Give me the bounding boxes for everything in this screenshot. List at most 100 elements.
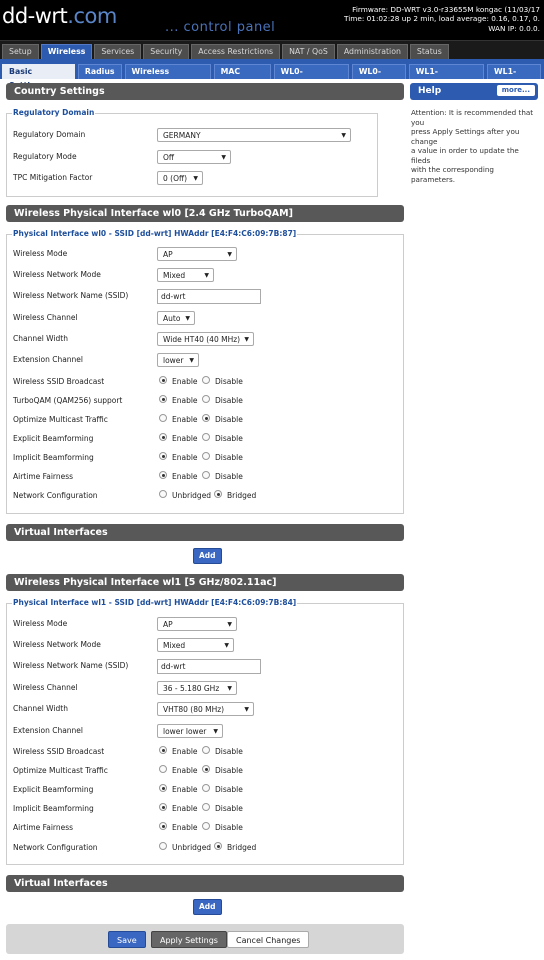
subtab-radius[interactable]: Radius: [77, 64, 122, 79]
subtab-basic-settings[interactable]: Basic Settings: [2, 64, 75, 90]
tab-administration[interactable]: Administration: [336, 44, 408, 59]
tpc-mitigation-select[interactable]: 0 (Off) ▼: [157, 171, 203, 185]
tab-nat-qos[interactable]: NAT / QoS: [282, 44, 335, 59]
subtab-wl1-wds[interactable]: WL1-WDS: [487, 64, 541, 90]
radio-label: Enable: [172, 823, 198, 832]
field-label: Explicit Beamforming: [13, 434, 94, 443]
enable-radio[interactable]: [159, 784, 167, 792]
help-line: Attention: It is recommended that you: [411, 108, 534, 127]
disable-radio[interactable]: [202, 765, 210, 773]
tab-setup[interactable]: Setup: [2, 44, 39, 59]
virtual-interfaces-wl1: Virtual Interfaces Add: [6, 875, 404, 915]
wl1-channel-select[interactable]: 36 - 5.180 GHz ▼: [157, 681, 237, 695]
wl1-channel-width-select[interactable]: VHT80 (80 MHz) ▼: [157, 702, 254, 716]
sub-tabs: Basic Settings Radius Wireless Security …: [0, 59, 544, 90]
wl0-extension-channel-select[interactable]: lower ▼: [157, 353, 199, 367]
wl1-wireless-mode-select[interactable]: AP ▼: [157, 617, 237, 631]
regulatory-domain-fieldset: Regulatory Domain Regulatory Domain GERM…: [6, 108, 378, 197]
wl0-channel-select[interactable]: Auto ▼: [157, 311, 195, 325]
subtab-wireless-security[interactable]: Wireless Security: [124, 64, 211, 90]
apply-settings-button[interactable]: Apply Settings: [151, 931, 227, 948]
subtab-wl1-advanced[interactable]: WL1-Advanced: [408, 64, 485, 90]
subtab-wl0-wds[interactable]: WL0-WDS: [351, 64, 406, 90]
disable-radio[interactable]: [202, 433, 210, 441]
wl0-channel-width-select[interactable]: Wide HT40 (40 MHz) ▼: [157, 332, 254, 346]
enable-radio[interactable]: [159, 765, 167, 773]
enable-radio[interactable]: [159, 803, 167, 811]
bridged-radio[interactable]: [214, 490, 222, 498]
add-virtual-interface-button[interactable]: Add: [193, 899, 222, 915]
field-label: Wireless Channel: [13, 313, 78, 322]
logo-main: dd-wrt: [2, 4, 68, 28]
wl1-fieldset: Physical Interface wl1 - SSID [dd-wrt] H…: [6, 598, 404, 865]
chevron-down-icon: ▼: [227, 621, 232, 628]
field-label: Wireless Mode: [13, 619, 68, 628]
field-label: Extension Channel: [13, 355, 83, 364]
disable-radio[interactable]: [202, 395, 210, 403]
tab-status[interactable]: Status: [409, 44, 449, 59]
subtab-mac-filter[interactable]: MAC Filter: [213, 64, 271, 90]
field-label: Optimize Multicast Traffic: [13, 415, 108, 424]
regulatory-mode-select[interactable]: Off ▼: [157, 150, 231, 164]
field-label: Wireless SSID Broadcast: [13, 377, 105, 386]
enable-radio[interactable]: [159, 822, 167, 830]
enable-radio[interactable]: [159, 746, 167, 754]
enable-radio[interactable]: [159, 471, 167, 479]
regulatory-domain-select[interactable]: GERMANY ▼: [157, 128, 351, 142]
tab-wireless[interactable]: Wireless: [40, 44, 93, 59]
fieldset-legend: Physical Interface wl0 - SSID [dd-wrt] H…: [12, 229, 298, 238]
disable-radio[interactable]: [202, 784, 210, 792]
enable-radio[interactable]: [159, 395, 167, 403]
enable-radio[interactable]: [159, 414, 167, 422]
disable-radio[interactable]: [202, 376, 210, 384]
help-text: Attention: It is recommended that you pr…: [410, 108, 538, 184]
radio-label: Disable: [215, 823, 243, 832]
unbridged-radio[interactable]: [159, 490, 167, 498]
select-value: 0 (Off): [163, 174, 188, 183]
disable-radio[interactable]: [202, 452, 210, 460]
enable-radio[interactable]: [159, 452, 167, 460]
wl0-section: Wireless Physical Interface wl0 [2.4 GHz…: [6, 205, 404, 514]
wl0-fieldset: Physical Interface wl0 - SSID [dd-wrt] H…: [6, 229, 404, 514]
radio-label: Unbridged: [172, 491, 212, 500]
select-value: AP: [163, 250, 173, 259]
tab-access-restrictions[interactable]: Access Restrictions: [191, 44, 281, 59]
help-line: a value in order to update the fileds: [411, 146, 519, 165]
field-label: Network Configuration: [13, 491, 98, 500]
radio-label: Disable: [215, 472, 243, 481]
unbridged-radio[interactable]: [159, 842, 167, 850]
wl1-extension-channel-select[interactable]: lower lower ▼: [157, 724, 223, 738]
radio-label: Disable: [215, 747, 243, 756]
wl0-ssid-input[interactable]: dd-wrt: [157, 289, 261, 304]
disable-radio[interactable]: [202, 803, 210, 811]
wl0-network-mode-select[interactable]: Mixed ▼: [157, 268, 214, 282]
chevron-down-icon: ▼: [244, 336, 249, 343]
field-label: Channel Width: [13, 334, 68, 343]
fieldset-legend: Regulatory Domain: [12, 108, 96, 117]
bridged-radio[interactable]: [214, 842, 222, 850]
tab-security[interactable]: Security: [143, 44, 190, 59]
help-title: Help: [418, 86, 442, 96]
subtab-wl0-advanced[interactable]: WL0-Advanced: [273, 64, 349, 90]
wl1-network-mode-select[interactable]: Mixed ▼: [157, 638, 234, 652]
select-value: AP: [163, 620, 173, 629]
save-button[interactable]: Save: [108, 931, 146, 948]
wl0-wireless-mode-select[interactable]: AP ▼: [157, 247, 237, 261]
more-help-button[interactable]: more...: [496, 85, 535, 96]
disable-radio[interactable]: [202, 471, 210, 479]
wl1-ssid-input[interactable]: dd-wrt: [157, 659, 261, 674]
chevron-down-icon: ▼: [227, 685, 232, 692]
select-value: Wide HT40 (40 MHz): [163, 335, 241, 344]
cancel-changes-button[interactable]: Cancel Changes: [227, 931, 310, 948]
add-virtual-interface-button[interactable]: Add: [193, 548, 222, 564]
disable-radio[interactable]: [202, 822, 210, 830]
wl1-header: Wireless Physical Interface wl1 [5 GHz/8…: [6, 574, 404, 591]
disable-radio[interactable]: [202, 414, 210, 422]
chevron-down-icon: ▼: [193, 175, 198, 182]
tab-services[interactable]: Services: [94, 44, 142, 59]
enable-radio[interactable]: [159, 433, 167, 441]
field-label: Network Configuration: [13, 843, 98, 852]
radio-label: Bridged: [227, 491, 257, 500]
disable-radio[interactable]: [202, 746, 210, 754]
enable-radio[interactable]: [159, 376, 167, 384]
